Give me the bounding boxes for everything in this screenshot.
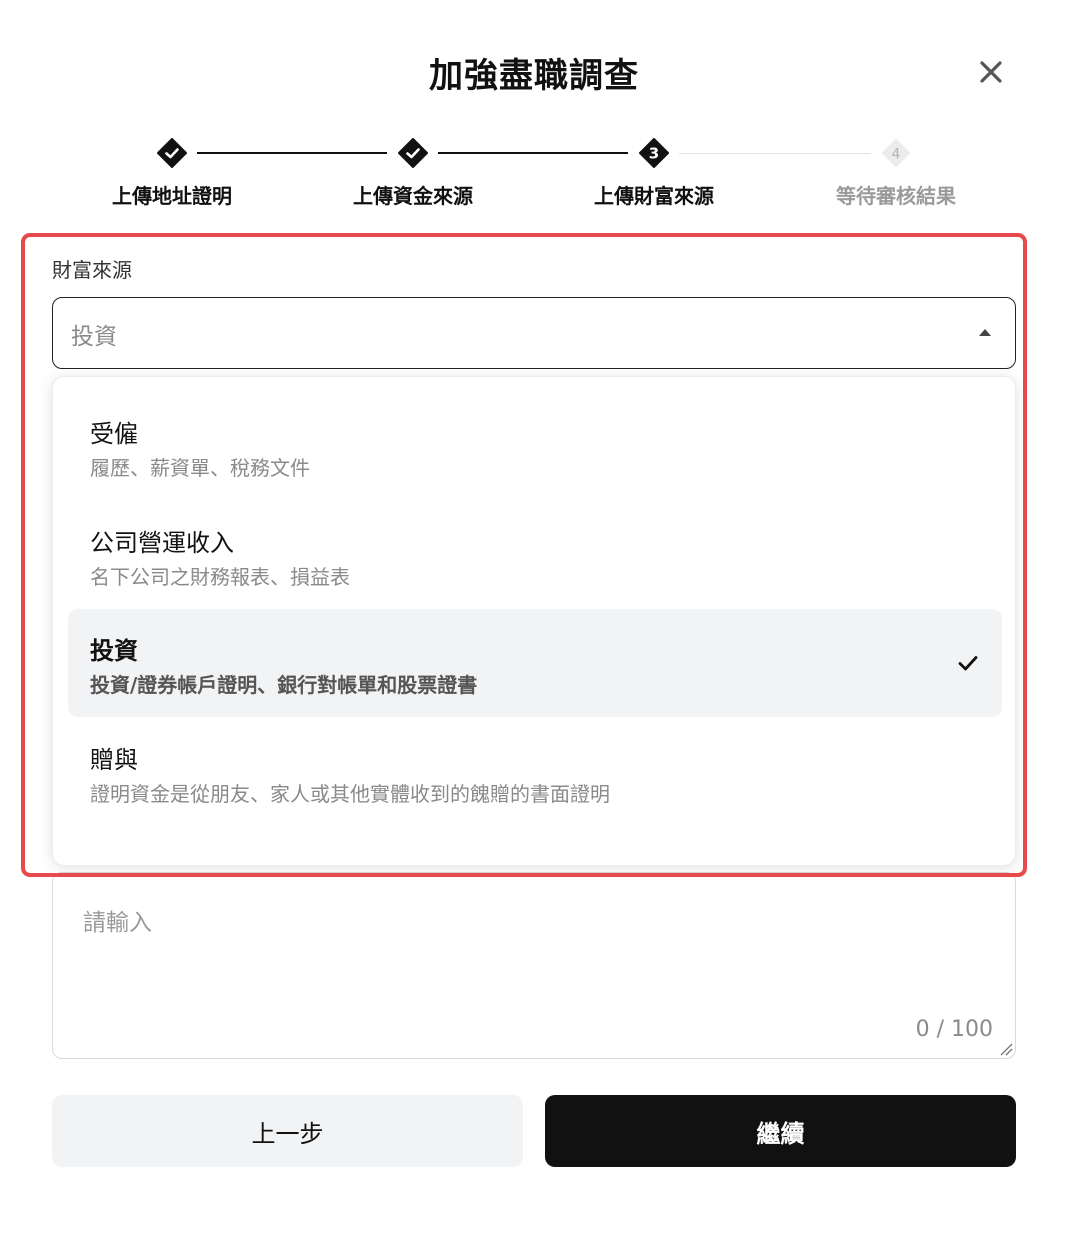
back-button[interactable]: 上一步 <box>52 1095 523 1167</box>
step-label: 等待審核結果 <box>836 184 956 208</box>
close-button[interactable] <box>975 56 1007 88</box>
step-done-icon <box>398 138 428 168</box>
step-number-icon: 3 <box>639 138 669 168</box>
step-2: 上傳資金來源 <box>293 138 533 209</box>
step-label: 上傳資金來源 <box>353 184 473 208</box>
dialog-title: 加強盡職調查 <box>429 56 639 96</box>
step-1: 上傳地址證明 <box>52 138 292 209</box>
step-label: 上傳財富來源 <box>594 184 714 208</box>
char-counter: 0 / 100 <box>915 1017 993 1042</box>
textarea-placeholder: 請輸入 <box>83 910 152 936</box>
notes-textarea[interactable]: 請輸入 0 / 100 <box>52 872 1016 1059</box>
continue-button[interactable]: 繼續 <box>545 1095 1016 1167</box>
step-number: 4 <box>892 147 901 163</box>
step-number: 3 <box>649 145 659 163</box>
resize-handle-icon[interactable] <box>999 1042 1013 1056</box>
step-3: 3 上傳財富來源 <box>534 138 774 209</box>
step-done-icon <box>157 138 187 168</box>
step-label: 上傳地址證明 <box>112 184 232 208</box>
step-4: 4 等待審核結果 <box>776 138 1016 209</box>
close-icon <box>980 61 1002 83</box>
step-number-icon: 4 <box>881 138 911 168</box>
progress-stepper: 上傳地址證明 上傳資金來源 3 上傳財富來源 4 等待審核結果 <box>52 138 1016 218</box>
highlight-annotation <box>21 233 1027 877</box>
